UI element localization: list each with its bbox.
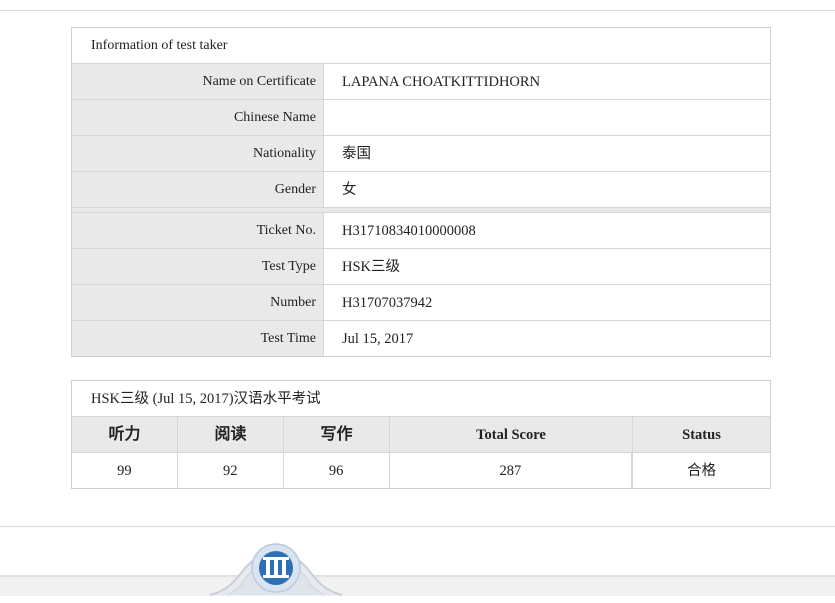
info-value (324, 100, 770, 135)
column-header-listening: 听力 (72, 417, 178, 452)
score-header-row: 听力 阅读 写作 Total Score Status (72, 417, 770, 453)
info-value: HSK三级 (342, 259, 401, 275)
info-row-gender: Gender 女 (72, 172, 770, 208)
footer-band (0, 575, 835, 596)
total-score: 287 (390, 453, 633, 488)
info-value: 女 (342, 182, 357, 198)
score-table-title: HSK三级 (Jul 15, 2017)汉语水平考试 (72, 381, 770, 417)
info-label: Number (72, 285, 324, 320)
info-value: LAPANA CHOATKITTIDHORN (342, 74, 541, 90)
info-row-test-time: Test Time Jul 15, 2017 (72, 321, 770, 356)
column-header-writing: 写作 (284, 417, 390, 452)
info-label: Name on Certificate (72, 64, 324, 99)
info-label: Nationality (72, 136, 324, 171)
info-row-nationality: Nationality 泰国 (72, 136, 770, 172)
column-header-status: Status (682, 427, 721, 443)
reading-score: 92 (178, 453, 284, 488)
listening-score: 99 (72, 453, 178, 488)
info-row-test-type: Test Type HSK三级 (72, 249, 770, 285)
top-divider (0, 10, 835, 11)
info-row-ticket: Ticket No. H31710834010000008 (72, 213, 770, 249)
info-table-title: Information of test taker (72, 28, 770, 64)
column-header-reading: 阅读 (178, 417, 284, 452)
info-label: Ticket No. (72, 213, 324, 248)
pass-status: 合格 (632, 453, 770, 488)
info-label: Gender (72, 172, 324, 207)
info-value: Jul 15, 2017 (342, 331, 414, 347)
hanban-logo-icon (209, 543, 343, 596)
column-header-total-score: Total Score (390, 417, 633, 452)
test-taker-info-table: Information of test taker Name on Certif… (71, 27, 771, 357)
info-row-chinese-name: Chinese Name (72, 100, 770, 136)
score-table: HSK三级 (Jul 15, 2017)汉语水平考试 听力 阅读 写作 Tota… (71, 380, 771, 489)
score-value-row: 99 92 96 287 合格 (72, 453, 770, 488)
info-row-name: Name on Certificate LAPANA CHOATKITTIDHO… (72, 64, 770, 100)
info-label: Chinese Name (72, 100, 324, 135)
info-label: Test Time (72, 321, 324, 356)
writing-score: 96 (284, 453, 390, 488)
info-row-number: Number H31707037942 (72, 285, 770, 321)
info-value: H31707037942 (342, 295, 433, 311)
footer-divider (0, 526, 835, 527)
info-label: Test Type (72, 249, 324, 284)
info-value: H31710834010000008 (342, 223, 476, 239)
info-value: 泰国 (342, 146, 371, 162)
